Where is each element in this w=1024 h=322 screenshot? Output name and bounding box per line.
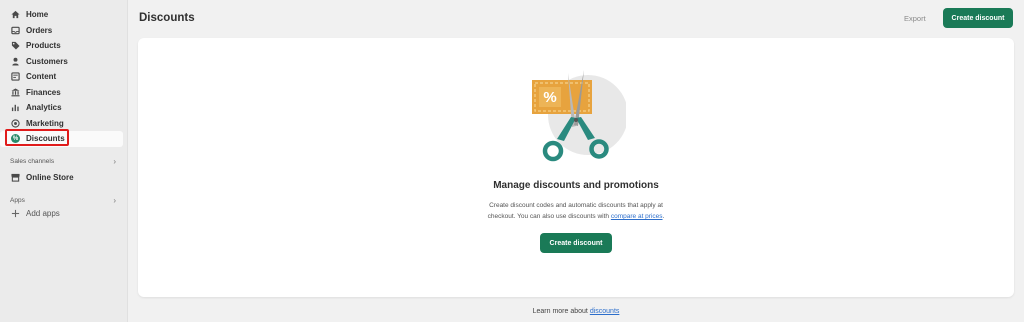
chevron-right-icon: › [113,195,116,205]
sidebar-item-label: Customers [26,56,68,66]
content-icon [11,72,20,81]
sidebar-item-label: Finances [26,87,61,97]
learn-more-text: Learn more about [532,308,590,315]
sidebar-item-orders[interactable]: Orders [0,23,127,39]
apps-label: Apps [10,196,25,204]
sidebar-item-label: Online Store [26,172,74,182]
tag-icon [11,41,20,50]
sidebar-item-label: Orders [26,25,53,35]
empty-state-description: Create discount codes and automatic disc… [138,200,1014,222]
sidebar-item-label: Add apps [26,209,60,219]
sidebar-item-label: Content [26,72,57,82]
sidebar-item-add-apps[interactable]: Add apps [0,206,127,222]
compare-at-prices-link[interactable]: compare at prices [611,213,663,220]
sidebar-item-finances[interactable]: Finances [0,85,127,101]
create-discount-button-empty-state[interactable]: Create discount [540,233,612,253]
learn-more-footer: Learn more about discounts [138,308,1014,315]
sales-channels-label: Sales channels [10,158,55,165]
sidebar-item-customers[interactable]: Customers [0,54,127,70]
person-icon [11,57,20,66]
bar-chart-icon [11,103,20,112]
store-icon [11,173,20,182]
empty-state-card: % Manage discounts and promotions Create… [138,38,1014,297]
bank-icon [11,88,20,97]
sidebar-item-analytics[interactable]: Analytics [0,100,127,116]
sidebar-item-products[interactable]: Products [0,38,127,54]
description-text: checkout. You can also use discounts wit… [487,213,611,220]
empty-state-heading: Manage discounts and promotions [493,180,659,191]
apps-header[interactable]: Apps › [0,194,127,206]
discounts-help-link[interactable]: discounts [590,308,620,315]
sales-channels-header[interactable]: Sales channels › [0,156,127,168]
plus-icon [11,209,20,218]
sidebar-item-home[interactable]: Home [0,7,127,23]
create-discount-button[interactable]: Create discount [943,8,1013,28]
sidebar-item-label: Products [26,41,61,51]
discount-icon: % [11,134,20,144]
sidebar-item-marketing[interactable]: Marketing [0,116,127,132]
target-icon [11,119,20,128]
sidebar: Home Orders Products Customers Content F… [0,0,128,322]
sidebar-item-online-store[interactable]: Online Store [0,170,127,186]
export-button[interactable]: Export [904,14,926,23]
home-icon [11,10,20,19]
sidebar-item-discounts[interactable]: % Discounts [0,131,123,147]
sidebar-item-label: Discounts [26,134,65,144]
page-title: Discounts [139,12,195,24]
sidebar-item-label: Marketing [26,118,64,128]
description-line-1: Create discount codes and automatic disc… [489,202,663,209]
chevron-right-icon: › [113,157,116,166]
svg-text:%: % [543,89,556,106]
description-period: . [662,213,665,220]
sidebar-item-label: Home [26,10,49,20]
scissors-coupon-illustration: % [526,68,628,163]
sidebar-item-content[interactable]: Content [0,69,127,85]
description-line-2: checkout. You can also use discounts wit… [138,211,1014,222]
orders-icon [11,26,20,35]
sidebar-item-label: Analytics [26,103,62,113]
